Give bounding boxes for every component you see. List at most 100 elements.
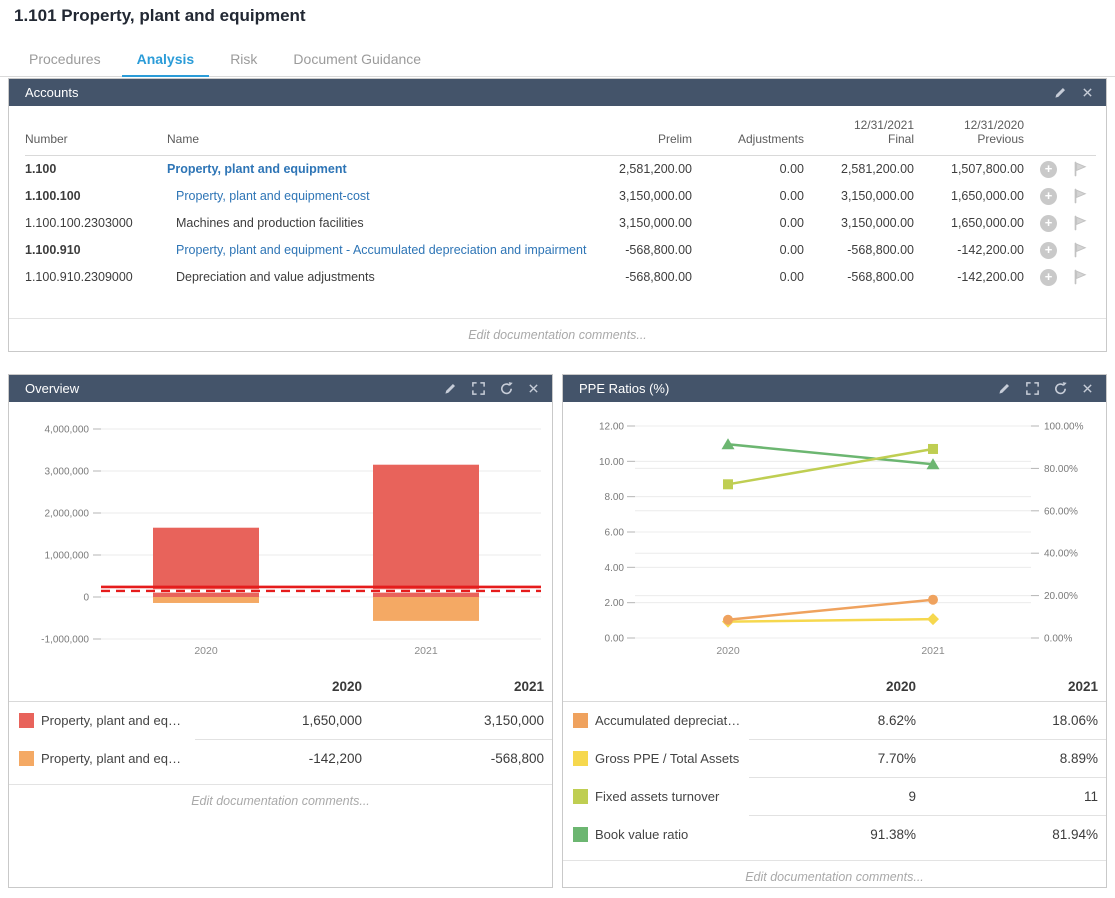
tab-risk[interactable]: Risk: [215, 44, 272, 76]
legend-year-2020: 2020: [195, 673, 370, 702]
edit-icon[interactable]: [443, 381, 458, 396]
svg-text:100.00%: 100.00%: [1044, 422, 1084, 433]
svg-text:2021: 2021: [921, 645, 945, 657]
flag-icon[interactable]: [1070, 241, 1090, 259]
add-icon[interactable]: +: [1040, 269, 1057, 286]
expand-icon[interactable]: [471, 381, 486, 396]
svg-text:6.00: 6.00: [605, 528, 625, 539]
prelim-value: -568,800.00: [596, 237, 692, 264]
previous-value: -142,200.00: [914, 264, 1024, 291]
legend-swatch: [573, 751, 588, 766]
legend-swatch: [573, 827, 588, 842]
legend-value: 81.94%: [924, 816, 1106, 854]
legend-swatch: [573, 789, 588, 804]
accounts-comments-field[interactable]: Edit documentation comments...: [9, 318, 1106, 351]
row-icons: +: [1024, 214, 1096, 232]
undo-icon[interactable]: [1053, 381, 1068, 396]
account-name-text[interactable]: Property, plant and equipment-cost: [167, 189, 370, 203]
legend-value: 11: [924, 778, 1106, 816]
accounts-table-wrap: Number Name Prelim Adjustments 12/31/202…: [9, 106, 1106, 291]
accounts-panel-header: Accounts: [9, 79, 1106, 106]
adjustments-value: 0.00: [692, 156, 804, 183]
tab-procedures[interactable]: Procedures: [14, 44, 116, 76]
prelim-value: -568,800.00: [596, 264, 692, 291]
tab-document-guidance[interactable]: Document Guidance: [278, 44, 436, 76]
expand-icon[interactable]: [1025, 381, 1040, 396]
flag-icon[interactable]: [1070, 214, 1090, 232]
add-icon[interactable]: +: [1040, 188, 1057, 205]
legend-year-2021: 2021: [924, 673, 1106, 702]
account-name-text: Depreciation and value adjustments: [167, 270, 375, 284]
svg-text:-1,000,000: -1,000,000: [41, 635, 89, 646]
col-adjustments: Adjustments: [692, 106, 804, 156]
col-final-label: Final: [804, 132, 914, 146]
legend-row: Fixed assets turnover911: [563, 778, 1106, 816]
adjustments-value: 0.00: [692, 183, 804, 210]
col-final: 12/31/2021 Final: [804, 106, 914, 156]
ppe-panel-actions: [997, 381, 1094, 396]
legend-row: Property, plant and equip...1,650,0003,1…: [9, 702, 552, 740]
flag-icon[interactable]: [1070, 268, 1090, 286]
edit-icon[interactable]: [997, 381, 1012, 396]
account-name: Machines and production facilities: [167, 210, 596, 237]
account-name[interactable]: Property, plant and equipment - Accumula…: [167, 237, 596, 264]
legend-header-spacer: [9, 673, 195, 702]
overview-panel-header: Overview: [9, 375, 552, 402]
flag-icon[interactable]: [1070, 187, 1090, 205]
accounts-panel-actions: [1053, 85, 1094, 100]
overview-comments-field[interactable]: Edit documentation comments...: [9, 784, 552, 817]
ppe-ratios-panel: PPE Ratios (%) 12.0010.008.006.004.002.0…: [562, 374, 1107, 888]
adjustments-value: 0.00: [692, 264, 804, 291]
legend-value: 8.62%: [749, 702, 924, 740]
svg-text:2,000,000: 2,000,000: [45, 509, 90, 520]
legend-row: Gross PPE / Total Assets7.70%8.89%: [563, 740, 1106, 778]
legend-label: Fixed assets turnover: [563, 778, 749, 816]
overview-panel-actions: [443, 381, 540, 396]
overview-panel-title: Overview: [25, 381, 79, 396]
account-name-text[interactable]: Property, plant and equipment - Accumula…: [167, 243, 586, 257]
legend-value: -142,200: [195, 740, 370, 778]
row-icons: +: [1024, 241, 1096, 259]
accounts-panel: Accounts Number Name Prelim Adjustments …: [8, 78, 1107, 352]
legend-swatch: [19, 713, 34, 728]
edit-icon[interactable]: [1053, 85, 1068, 100]
legend-header-row: 20202021: [9, 673, 552, 702]
tab-analysis[interactable]: Analysis: [122, 44, 210, 77]
row-actions: +: [1024, 237, 1096, 264]
add-icon[interactable]: +: [1040, 161, 1057, 178]
svg-text:40.00%: 40.00%: [1044, 549, 1078, 560]
legend-value: -568,800: [370, 740, 552, 778]
overview-legend: 20202021Property, plant and equip...1,65…: [9, 673, 552, 778]
final-value: 3,150,000.00: [804, 210, 914, 237]
svg-text:4,000,000: 4,000,000: [45, 425, 90, 436]
svg-text:2.00: 2.00: [605, 598, 625, 609]
svg-text:1,000,000: 1,000,000: [45, 551, 90, 562]
close-icon[interactable]: [1081, 86, 1094, 99]
account-name-text[interactable]: Property, plant and equipment: [167, 162, 347, 176]
close-icon[interactable]: [527, 382, 540, 395]
row-icons: +: [1024, 268, 1096, 286]
svg-text:60.00%: 60.00%: [1044, 506, 1078, 517]
overview-legend-block: 20202021Property, plant and equip...1,65…: [9, 673, 552, 817]
legend-value: 18.06%: [924, 702, 1106, 740]
final-value: 2,581,200.00: [804, 156, 914, 183]
overview-bar-chart: 4,000,0003,000,0002,000,0001,000,0000-1,…: [9, 406, 552, 670]
svg-text:3,000,000: 3,000,000: [45, 467, 90, 478]
ppe-comments-field[interactable]: Edit documentation comments...: [563, 860, 1106, 893]
svg-text:0.00%: 0.00%: [1044, 634, 1072, 645]
legend-label: Accumulated depreciatio...: [563, 702, 749, 740]
ppe-panel-header: PPE Ratios (%): [563, 375, 1106, 402]
account-name[interactable]: Property, plant and equipment: [167, 156, 596, 183]
account-number: 1.100.910: [25, 237, 167, 264]
legend-swatch: [19, 751, 34, 766]
flag-icon[interactable]: [1070, 160, 1090, 178]
close-icon[interactable]: [1081, 382, 1094, 395]
add-icon[interactable]: +: [1040, 242, 1057, 259]
svg-text:4.00: 4.00: [605, 563, 625, 574]
ppe-ratios-line-chart: 12.0010.008.006.004.002.000.00100.00%80.…: [563, 406, 1106, 670]
undo-icon[interactable]: [499, 381, 514, 396]
col-prelim: Prelim: [596, 106, 692, 156]
previous-value: 1,650,000.00: [914, 210, 1024, 237]
add-icon[interactable]: +: [1040, 215, 1057, 232]
account-name[interactable]: Property, plant and equipment-cost: [167, 183, 596, 210]
